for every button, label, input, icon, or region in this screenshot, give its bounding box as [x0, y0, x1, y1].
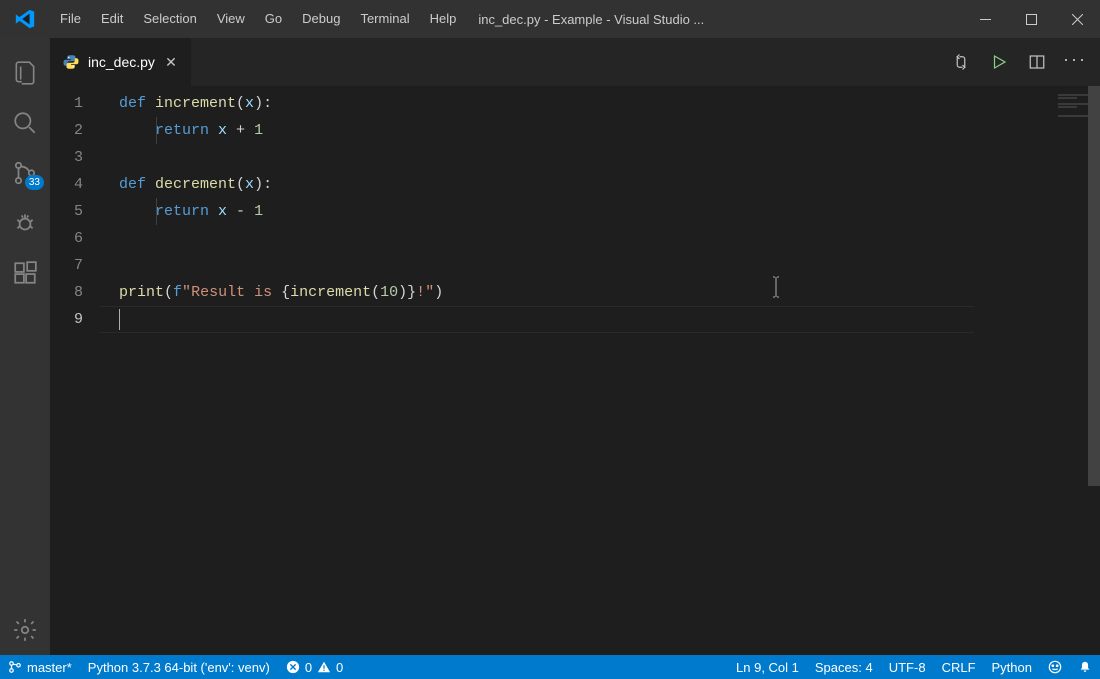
vertical-scrollbar[interactable] — [1088, 86, 1100, 655]
activity-settings[interactable] — [0, 605, 50, 655]
status-problems[interactable]: 0 0 — [278, 655, 351, 679]
close-button[interactable] — [1054, 0, 1100, 38]
line-number: 1 — [50, 90, 105, 117]
status-bar: master* Python 3.7.3 64-bit ('env': venv… — [0, 655, 1100, 679]
editor-area: inc_dec.py ✕ ··· 1 2 3 — [50, 38, 1100, 655]
titlebar: File Edit Selection View Go Debug Termin… — [0, 0, 1100, 38]
menu-go[interactable]: Go — [255, 0, 292, 38]
editor-actions: ··· — [944, 45, 1100, 79]
menu-debug[interactable]: Debug — [292, 0, 350, 38]
line-number: 9 — [50, 306, 105, 333]
tab-close-icon[interactable]: ✕ — [163, 54, 179, 70]
status-branch[interactable]: master* — [0, 655, 80, 679]
tab-inc-dec[interactable]: inc_dec.py ✕ — [50, 38, 192, 86]
line-number: 4 — [50, 171, 105, 198]
status-indentation[interactable]: Spaces: 4 — [807, 655, 881, 679]
status-language[interactable]: Python — [984, 655, 1040, 679]
activity-extensions[interactable] — [0, 248, 50, 298]
activity-explorer[interactable] — [0, 48, 50, 98]
scm-badge: 33 — [25, 175, 44, 190]
mouse-cursor-icon — [769, 276, 783, 308]
line-number: 2 — [50, 117, 105, 144]
status-cursor-position[interactable]: Ln 9, Col 1 — [728, 655, 807, 679]
window-title: inc_dec.py - Example - Visual Studio ... — [466, 12, 962, 27]
activity-bar: 33 — [0, 38, 50, 655]
compare-changes-icon[interactable] — [944, 45, 978, 79]
status-bell-icon[interactable] — [1070, 655, 1100, 679]
menu-file[interactable]: File — [50, 0, 91, 38]
window-controls — [962, 0, 1100, 38]
python-file-icon — [62, 53, 80, 71]
activity-debug[interactable] — [0, 198, 50, 248]
status-python-env[interactable]: Python 3.7.3 64-bit ('env': venv) — [80, 655, 278, 679]
activity-source-control[interactable]: 33 — [0, 148, 50, 198]
menu-terminal[interactable]: Terminal — [350, 0, 419, 38]
maximize-button[interactable] — [1008, 0, 1054, 38]
line-number: 3 — [50, 144, 105, 171]
minimize-button[interactable] — [962, 0, 1008, 38]
activity-search[interactable] — [0, 98, 50, 148]
line-number: 8 — [50, 279, 105, 306]
caret — [119, 309, 120, 330]
run-icon[interactable] — [982, 45, 1016, 79]
tab-filename: inc_dec.py — [88, 54, 155, 70]
minimap[interactable] — [1058, 86, 1090, 655]
status-feedback-icon[interactable] — [1040, 655, 1070, 679]
line-number: 6 — [50, 225, 105, 252]
split-editor-icon[interactable] — [1020, 45, 1054, 79]
scrollbar-thumb[interactable] — [1088, 86, 1100, 486]
editor-body[interactable]: 1 2 3 4 5 6 7 8 9 def increment(x): retu… — [50, 86, 1100, 655]
menu-view[interactable]: View — [207, 0, 255, 38]
menubar: File Edit Selection View Go Debug Termin… — [50, 0, 466, 38]
code-editor[interactable]: def increment(x): return x + 1 def decre… — [105, 86, 1058, 655]
tab-bar: inc_dec.py ✕ ··· — [50, 38, 1100, 86]
status-eol[interactable]: CRLF — [934, 655, 984, 679]
line-number: 7 — [50, 252, 105, 279]
vscode-logo-icon — [0, 0, 50, 38]
menu-help[interactable]: Help — [420, 0, 467, 38]
line-gutter: 1 2 3 4 5 6 7 8 9 — [50, 86, 105, 655]
menu-edit[interactable]: Edit — [91, 0, 133, 38]
more-actions-icon[interactable]: ··· — [1058, 45, 1092, 79]
menu-selection[interactable]: Selection — [133, 0, 206, 38]
line-number: 5 — [50, 198, 105, 225]
status-encoding[interactable]: UTF-8 — [881, 655, 934, 679]
